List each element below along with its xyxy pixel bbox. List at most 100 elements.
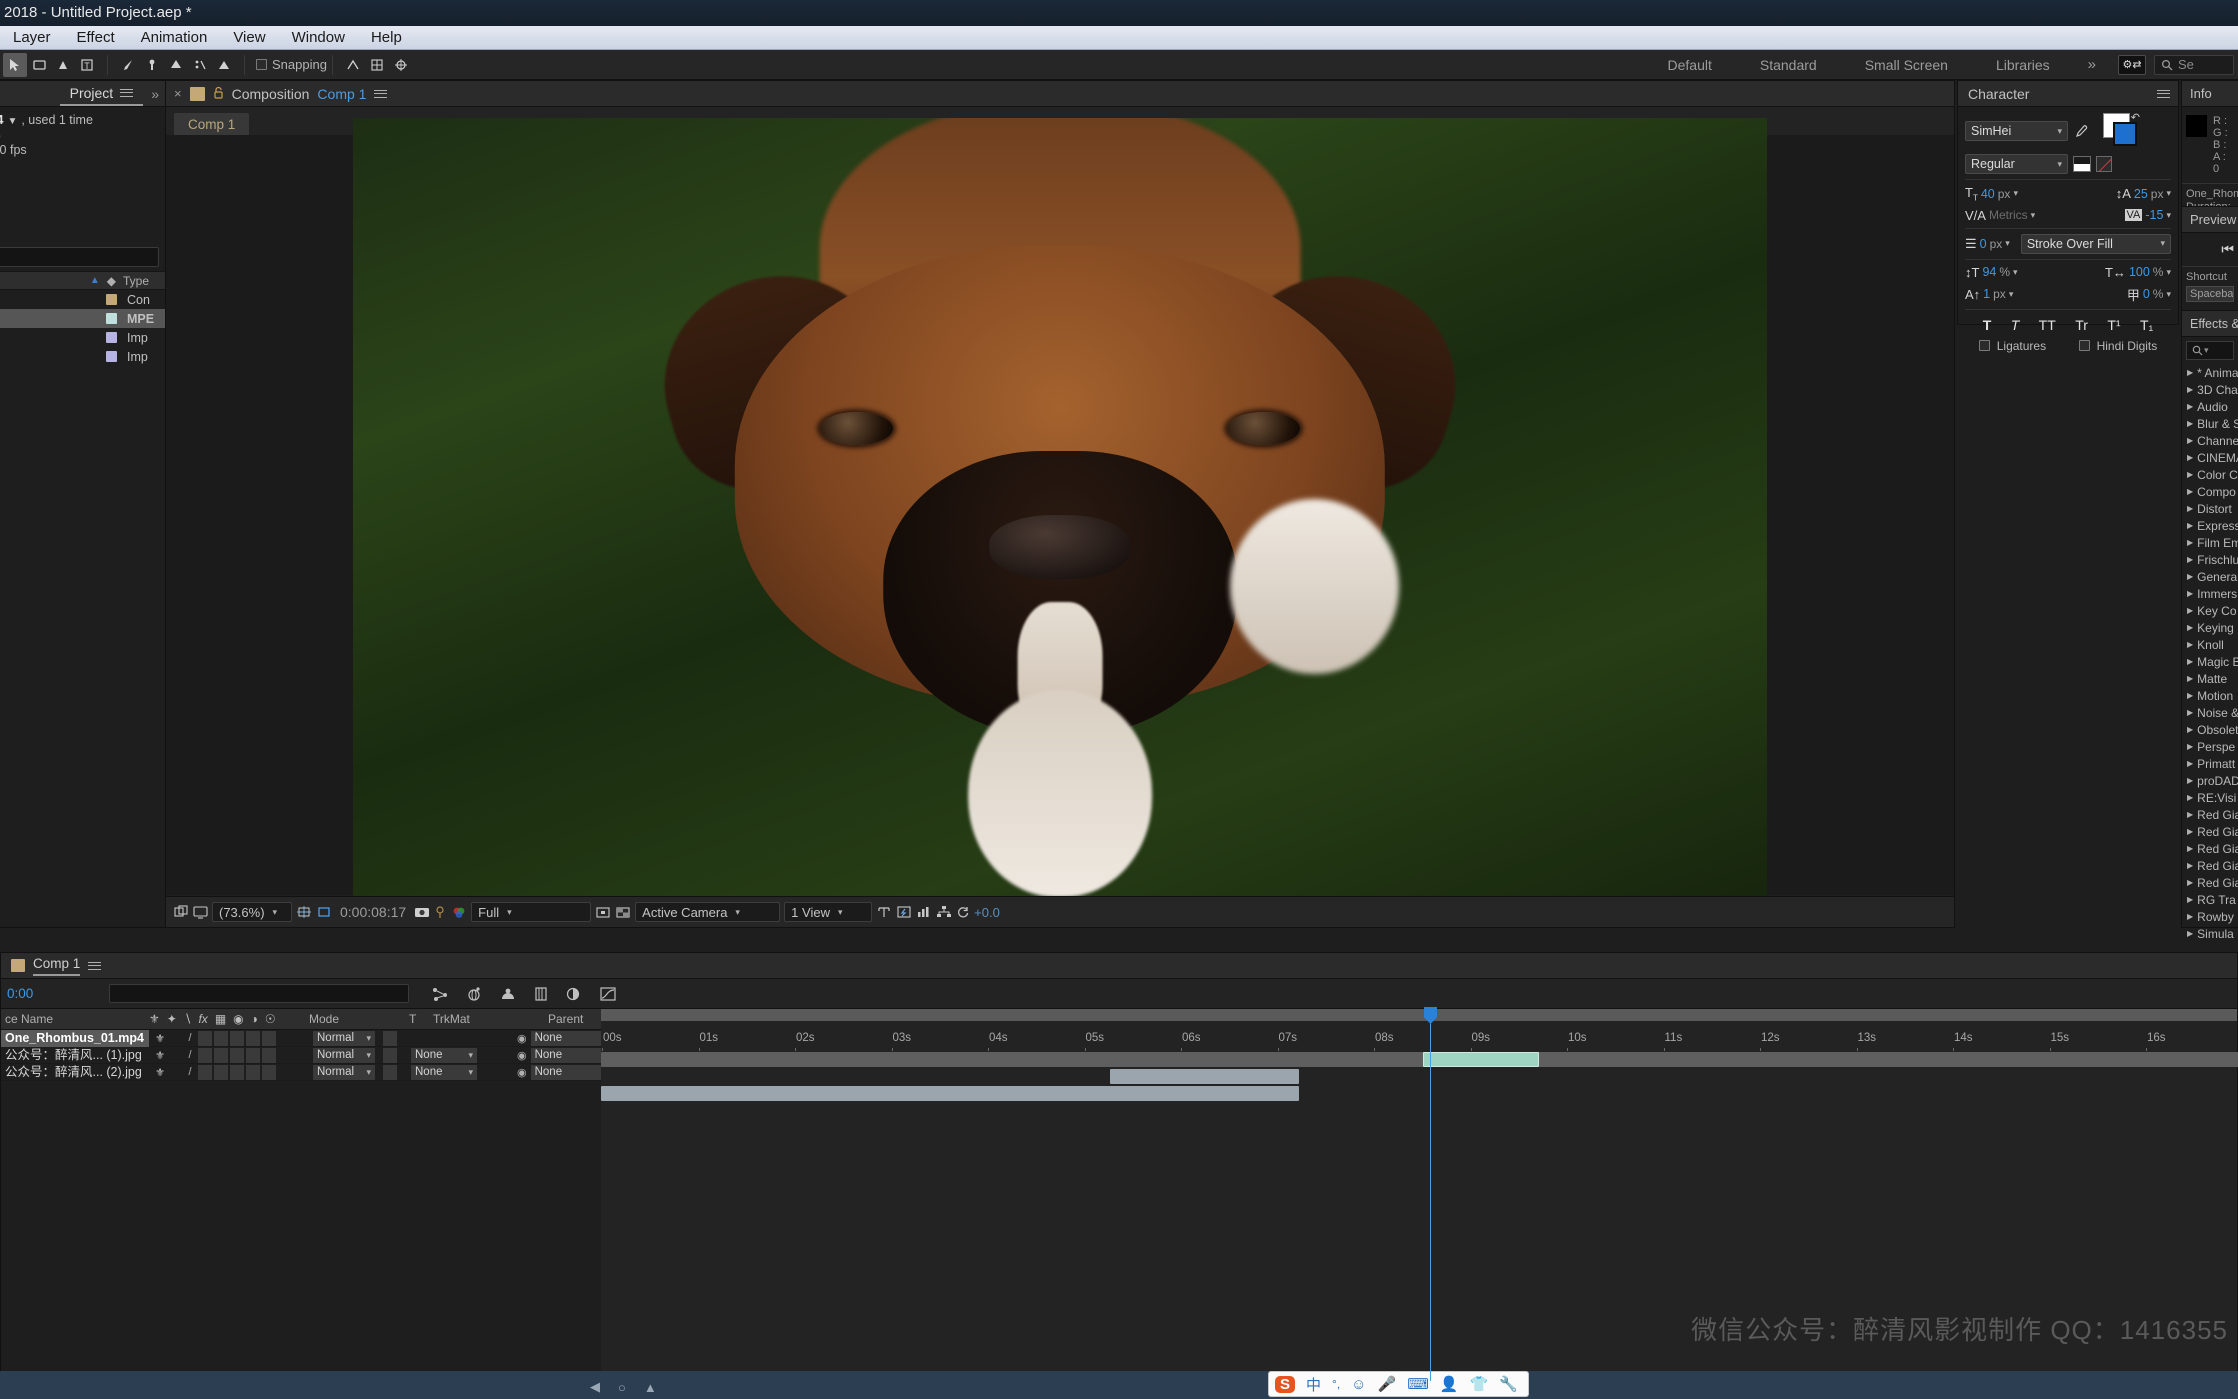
ime-mic-icon[interactable]: 🎤 <box>1378 1375 1397 1393</box>
chevron-down-icon[interactable]: ▾ <box>366 1050 371 1061</box>
text-style-button-2[interactable]: TT <box>2039 317 2056 333</box>
no-fill-swatch[interactable] <box>2073 156 2091 172</box>
project-item-row[interactable]: 制作 (1).jpgImp <box>0 328 165 347</box>
threed-switch-icon[interactable]: ☉ <box>265 1012 276 1026</box>
layer-lock-toggle[interactable] <box>198 1031 212 1046</box>
text-style-button-0[interactable]: T <box>1983 317 1992 333</box>
font-size-field[interactable]: TT 40 px ▾ <box>1965 185 2018 203</box>
chevron-down-icon[interactable]: ▾ <box>273 907 278 918</box>
workspace-tab-libraries[interactable]: Libraries <box>1972 50 2074 80</box>
ime-shirt-icon[interactable]: 👕 <box>1470 1375 1489 1393</box>
enable-motion-blur-icon[interactable] <box>565 986 583 1002</box>
effects-category-row[interactable]: ▶Magic B <box>2182 653 2238 670</box>
disclosure-triangle-icon[interactable]: ▶ <box>2187 878 2193 887</box>
always-preview-icon[interactable] <box>193 905 208 919</box>
choose-grid-guides-icon[interactable] <box>296 905 312 919</box>
effects-category-row[interactable]: ▶Distort <box>2182 500 2238 517</box>
views-select[interactable]: 1 View ▾ <box>784 902 872 922</box>
text-style-buttons[interactable]: TTTTTrT¹T₁ <box>1965 315 2171 335</box>
disclosure-triangle-icon[interactable]: ▶ <box>2187 640 2193 649</box>
menu-item-window[interactable]: Window <box>279 26 358 49</box>
layer-fx-toggle[interactable] <box>214 1065 228 1080</box>
layer-parent-select[interactable]: None▾ <box>531 1065 611 1080</box>
current-time-display[interactable]: 0:00:08:17 <box>340 904 406 920</box>
adjustment-switch-icon[interactable]: ▦ <box>215 1012 226 1026</box>
kerning-field[interactable]: V/A Metrics ▾ <box>1965 208 2035 223</box>
timeline-layer-trkmat-cell[interactable]: None▾ <box>405 1065 517 1080</box>
text-style-button-5[interactable]: T₁ <box>2140 317 2153 333</box>
comp-flowchart-icon[interactable] <box>936 905 952 919</box>
timeline-layer-t-cell[interactable] <box>375 1031 405 1046</box>
disclosure-triangle-icon[interactable]: ▶ <box>2187 589 2193 598</box>
ligatures-checkbox-group[interactable]: Ligatures <box>1979 339 2046 353</box>
clone-stamp-icon[interactable] <box>164 53 188 77</box>
effects-category-row[interactable]: ▶Red Gia <box>2182 874 2238 891</box>
project-item-label-color[interactable] <box>106 332 117 343</box>
timeline-layer-trkmat-cell[interactable]: None▾ <box>405 1048 517 1063</box>
show-channel-icon[interactable] <box>451 905 467 919</box>
disclosure-triangle-icon[interactable]: ▶ <box>2187 827 2193 836</box>
vertical-scale-value[interactable]: 94 <box>1982 265 1996 279</box>
layer-trkmat-select[interactable]: None▾ <box>411 1065 477 1080</box>
caret-down-icon[interactable]: ▼ <box>7 116 17 127</box>
leading-field[interactable]: ↕A 25 px ▾ <box>2116 186 2171 201</box>
close-icon[interactable]: × <box>174 86 182 101</box>
timeline-layer-mode-select[interactable]: Normal▾ <box>313 1065 375 1080</box>
ime-toolbar[interactable]: S 中 °, ☺ 🎤 ⌨ 👤 👕 🔧 <box>1268 1371 1529 1397</box>
project-item-label-color[interactable] <box>106 294 117 305</box>
preview-transport-controls[interactable]: ⏮ <box>2182 233 2238 266</box>
disclosure-triangle-icon[interactable]: ▶ <box>2187 385 2193 394</box>
pixel-aspect-correction-icon[interactable] <box>876 905 892 919</box>
stroke-width-field[interactable]: ☰ 0 px ▾ <box>1965 236 2010 252</box>
tsume-value[interactable]: 0 <box>2143 287 2150 301</box>
timeline-layer-name[interactable]: One_Rhombus_01.mp4 <box>1 1030 149 1047</box>
disclosure-triangle-icon[interactable]: ▶ <box>2187 929 2193 938</box>
brush-tool-icon[interactable] <box>140 53 164 77</box>
timeline-col-t[interactable]: T <box>409 1012 433 1026</box>
disclosure-triangle-icon[interactable]: ▶ <box>2187 810 2193 819</box>
horizontal-scale-field[interactable]: T↔ 100 % ▾ <box>2105 265 2171 280</box>
timeline-layer-parent-cell[interactable]: ◉None▾ <box>517 1065 611 1080</box>
disclosure-triangle-icon[interactable]: ▶ <box>2187 470 2193 479</box>
project-item-label-color[interactable] <box>106 313 117 324</box>
project-search-input[interactable] <box>0 247 159 267</box>
baseline-shift-field[interactable]: A↑ 1 px ▾ <box>1965 287 2013 302</box>
workspace-settings-icon[interactable]: ⚙⇄ <box>2118 55 2146 75</box>
timeline-layer-name[interactable]: 公众号：醉清风... (2).jpg <box>1 1064 149 1081</box>
layer-lock-toggle[interactable] <box>198 1065 212 1080</box>
workspace-tab-standard[interactable]: Standard <box>1736 50 1841 80</box>
region-of-interest-icon[interactable] <box>316 905 332 919</box>
project-col-type[interactable]: Type <box>123 274 165 288</box>
effects-category-row[interactable]: ▶Rowby <box>2182 908 2238 925</box>
menu-item-effect[interactable]: Effect <box>64 26 128 49</box>
workspace-tabs[interactable]: DefaultStandardSmall ScreenLibraries»⚙⇄S… <box>1644 50 2238 79</box>
timeline-layer-parent-cell[interactable]: ◉None▾ <box>517 1048 611 1063</box>
global-search-input[interactable]: Se <box>2154 55 2234 75</box>
stroke-color-swatch[interactable] <box>2113 122 2137 146</box>
snapping-checkbox[interactable] <box>256 59 267 70</box>
timeline-time-ruler[interactable]: 00s01s02s03s04s05s06s07s08s09s10s11s12s1… <box>601 1021 2237 1051</box>
font-size-value[interactable]: 40 <box>1981 187 1995 201</box>
sort-asc-icon[interactable]: ▲ <box>90 275 100 286</box>
disclosure-triangle-icon[interactable]: ▶ <box>2187 623 2193 632</box>
effects-category-row[interactable]: ▶RE:Visi <box>2182 789 2238 806</box>
taskbar-nav-up-icon[interactable]: ▲ <box>644 1380 657 1395</box>
tsume-field[interactable]: 甲 0 % ▾ <box>2127 285 2171 304</box>
chevron-down-icon-res[interactable]: ▾ <box>507 907 512 918</box>
effects-category-row[interactable]: ▶Obsolet <box>2182 721 2238 738</box>
project-item-row[interactable]: Con <box>0 290 165 309</box>
ime-emoji-icon[interactable]: ☺ <box>1351 1376 1366 1393</box>
layer-adjust-toggle[interactable] <box>230 1065 244 1080</box>
take-snapshot-icon[interactable] <box>414 905 430 919</box>
timeline-layer-bar[interactable] <box>601 1086 1299 1101</box>
timeline-playhead[interactable] <box>1430 1009 1431 1381</box>
effects-category-row[interactable]: ▶* Anima <box>2182 364 2238 381</box>
disclosure-triangle-icon[interactable]: ▶ <box>2187 555 2193 564</box>
puppet-pin-icon[interactable] <box>341 53 365 77</box>
comp-subtab-comp1[interactable]: Comp 1 <box>174 113 249 135</box>
effects-category-row[interactable]: ▶Compo <box>2182 483 2238 500</box>
layer-video-toggle[interactable]: ⚜ <box>153 1032 167 1045</box>
zoom-tool-icon[interactable] <box>51 53 75 77</box>
magnification-select[interactable]: (73.6%) ▾ <box>212 902 292 922</box>
disclosure-triangle-icon[interactable]: ▶ <box>2187 895 2193 904</box>
